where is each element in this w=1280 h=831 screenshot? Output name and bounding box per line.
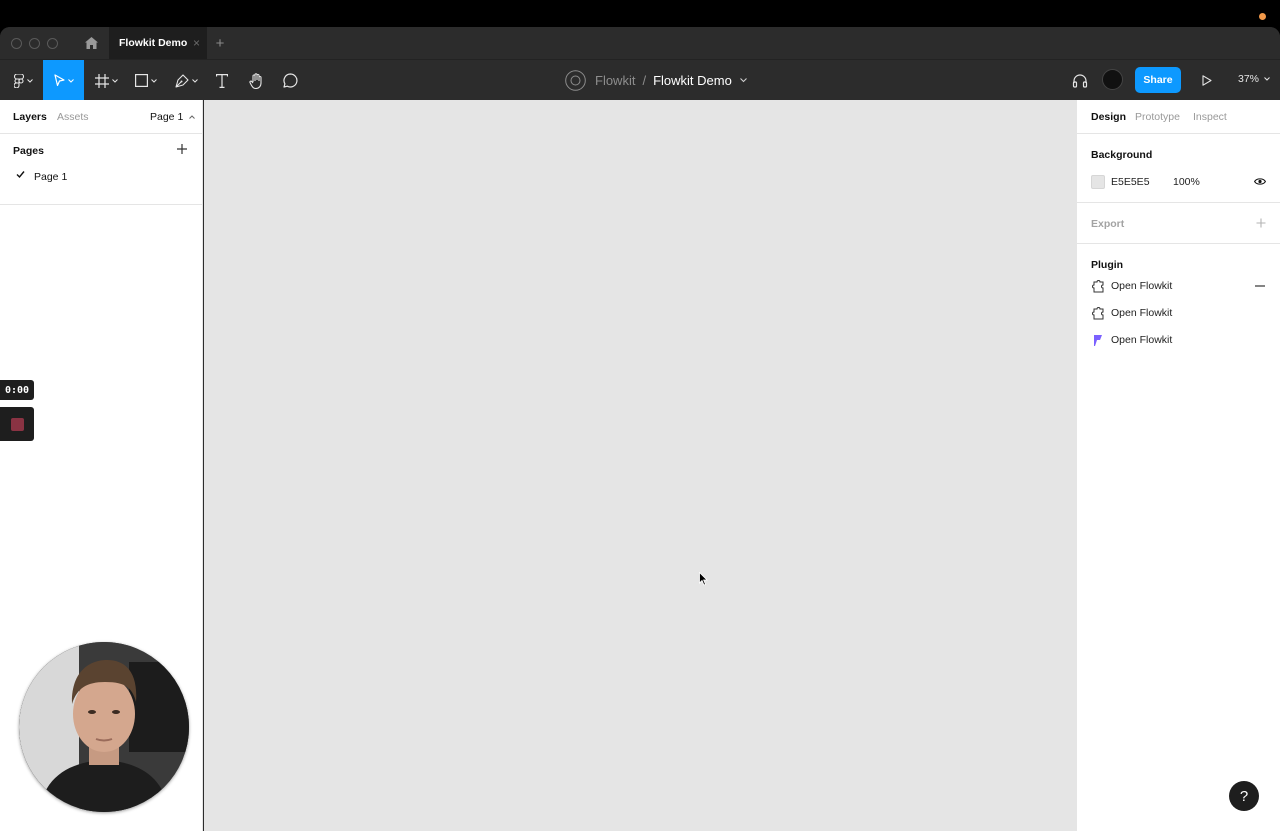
window-controls — [11, 37, 58, 49]
minus-icon[interactable] — [1255, 285, 1265, 287]
checkmark-icon — [16, 171, 25, 179]
home-button[interactable] — [79, 31, 103, 55]
breadcrumb-separator: / — [642, 72, 647, 88]
add-export-icon[interactable] — [1256, 218, 1266, 228]
zoom-level: 37% — [1238, 73, 1260, 85]
team-name-link[interactable]: Flowkit — [595, 73, 635, 88]
rectangle-icon — [135, 74, 148, 87]
home-icon — [84, 37, 98, 49]
chevron-down-icon — [151, 78, 157, 83]
background-opacity-value[interactable]: 100% — [1173, 176, 1200, 188]
right-panel-tabs: Design Prototype Inspect — [1077, 100, 1280, 134]
background-color-swatch[interactable] — [1091, 175, 1105, 189]
section-divider — [1077, 243, 1280, 244]
chevron-up-icon — [189, 115, 196, 120]
help-button[interactable]: ? — [1229, 781, 1259, 811]
chevron-down-icon — [67, 78, 74, 83]
presenter-video-image — [19, 642, 189, 812]
plugin-icon — [1091, 306, 1105, 320]
tab-layers[interactable]: Layers — [13, 111, 47, 123]
recording-indicator-dot — [1259, 13, 1266, 20]
page-selector-label: Page 1 — [150, 111, 184, 123]
close-window-button[interactable] — [11, 37, 22, 49]
hand-tool-button[interactable] — [244, 60, 268, 101]
close-tab-icon[interactable]: × — [193, 36, 200, 50]
plugin-icon — [1091, 279, 1105, 293]
recording-timer: 0:00 — [0, 380, 34, 400]
move-tool-button[interactable] — [43, 60, 84, 101]
background-hex-value[interactable]: E5E5E5 — [1111, 176, 1150, 188]
document-tab[interactable]: Flowkit Demo × — [109, 27, 207, 59]
page-list-item-label: Page 1 — [34, 171, 68, 183]
text-tool-button[interactable] — [210, 60, 234, 101]
frame-icon — [94, 73, 109, 88]
maximize-window-button[interactable] — [47, 37, 58, 49]
page-selector[interactable]: Page 1 — [150, 111, 196, 123]
left-panel-tabs: Layers Assets Page 1 — [0, 100, 202, 134]
team-avatar-icon[interactable] — [565, 69, 586, 91]
page-list-item[interactable]: Page 1 — [0, 166, 202, 188]
comment-tool-button[interactable] — [278, 60, 302, 101]
pen-icon — [174, 73, 189, 88]
webcam-overlay — [19, 642, 189, 812]
main-menu-button[interactable] — [6, 60, 40, 101]
plugin-list-item[interactable]: Open Flowkit — [1091, 331, 1172, 349]
tab-design[interactable]: Design — [1091, 111, 1126, 123]
file-name[interactable]: Flowkit Demo — [653, 73, 732, 88]
plugin-list-item[interactable]: Open Flowkit — [1091, 304, 1172, 322]
toolbar: Flowkit / Flowkit Demo Share 37% — [0, 59, 1280, 101]
background-label: Background — [1091, 149, 1153, 161]
document-tab-title: Flowkit Demo — [119, 37, 188, 49]
chevron-down-icon — [1264, 77, 1270, 81]
tab-prototype[interactable]: Prototype — [1135, 111, 1180, 123]
figma-logo-icon — [13, 73, 24, 88]
export-label: Export — [1091, 218, 1125, 230]
plugin-list-item-label: Open Flowkit — [1111, 334, 1173, 346]
plugin-list-item-label: Open Flowkit — [1111, 280, 1173, 292]
stop-icon — [10, 417, 24, 431]
plugin-list-item[interactable]: Open Flowkit — [1091, 277, 1172, 295]
breadcrumb: Flowkit / Flowkit Demo — [565, 69, 747, 91]
add-page-icon[interactable] — [176, 143, 188, 155]
frame-tool-button[interactable] — [90, 60, 122, 101]
share-button[interactable]: Share — [1135, 67, 1181, 93]
present-button[interactable] — [1196, 60, 1218, 101]
headphones-icon — [1072, 74, 1088, 88]
pages-label: Pages — [13, 145, 44, 157]
plugin-list-item-label: Open Flowkit — [1111, 307, 1173, 319]
chevron-down-icon[interactable] — [739, 77, 747, 83]
audio-chat-button[interactable] — [1068, 60, 1092, 101]
flowkit-logo-icon — [1091, 333, 1105, 347]
eye-icon[interactable] — [1254, 177, 1266, 186]
zoom-dropdown[interactable]: 37% — [1238, 73, 1270, 85]
user-avatar[interactable] — [1102, 69, 1123, 90]
new-tab-button[interactable]: + — [213, 35, 227, 52]
figma-window: Flowkit Demo × + Flowkit / Flowkit Demo … — [0, 27, 1280, 831]
play-icon — [1202, 75, 1212, 86]
chevron-down-icon — [191, 78, 198, 83]
pages-header: Pages — [0, 134, 202, 166]
section-divider — [1077, 202, 1280, 203]
shape-tool-button[interactable] — [130, 60, 162, 101]
panel-divider — [0, 204, 203, 205]
pen-tool-button[interactable] — [170, 60, 202, 101]
comment-icon — [282, 73, 298, 88]
title-bar: Flowkit Demo × + — [0, 27, 1280, 59]
right-panel: Design Prototype Inspect Background E5E5… — [1076, 100, 1280, 831]
canvas[interactable] — [204, 100, 1076, 831]
chevron-down-icon — [26, 78, 33, 83]
chevron-down-icon — [111, 78, 118, 83]
pointer-icon — [53, 74, 65, 87]
mouse-cursor-icon — [699, 572, 708, 586]
minimize-window-button[interactable] — [29, 37, 40, 49]
tab-assets[interactable]: Assets — [57, 111, 89, 123]
hand-icon — [248, 72, 262, 89]
screen: Flowkit Demo × + Flowkit / Flowkit Demo … — [0, 0, 1280, 831]
stop-recording-button[interactable] — [0, 407, 34, 441]
plugin-label: Plugin — [1091, 259, 1124, 271]
text-icon — [216, 73, 228, 88]
tab-inspect[interactable]: Inspect — [1193, 111, 1227, 123]
